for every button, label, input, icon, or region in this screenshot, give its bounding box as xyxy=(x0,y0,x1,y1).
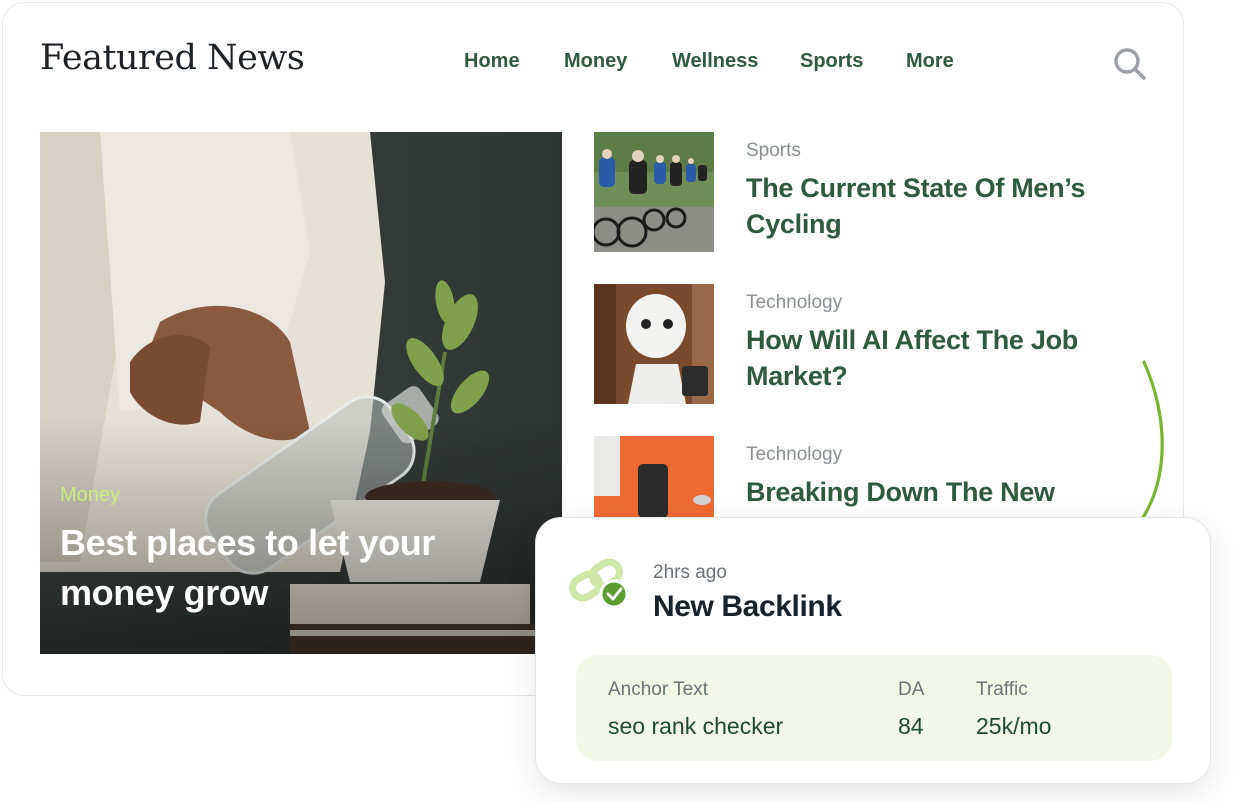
search-icon xyxy=(1114,48,1146,80)
robot-photo xyxy=(594,284,714,404)
article-title[interactable]: The Current State Of Men’s Cycling xyxy=(746,170,1136,242)
traffic-value: 25k/mo xyxy=(976,713,1052,739)
nav-item-wellness[interactable]: Wellness xyxy=(672,50,758,73)
article-category[interactable]: Sports xyxy=(746,140,801,162)
article-category[interactable]: Technology xyxy=(746,444,842,466)
notification-time: 2hrs ago xyxy=(653,562,727,583)
list-item[interactable]: Sports The Current State Of Men’s Cyclin… xyxy=(594,132,1194,252)
anchor-text-label: Anchor Text xyxy=(608,679,708,700)
hero-article[interactable]: Money Best places to let your money grow xyxy=(40,132,562,654)
main-nav: Home Money Wellness Sports More xyxy=(0,50,1236,76)
anchor-text-value: seo rank checker xyxy=(608,713,784,739)
cyclists-photo xyxy=(594,132,714,252)
article-category[interactable]: Technology xyxy=(746,292,842,314)
backlink-stats: Anchor Text seo rank checker DA 84 Traff… xyxy=(576,655,1172,761)
nav-item-home[interactable]: Home xyxy=(464,50,520,73)
link-check-icon xyxy=(569,558,629,608)
hero-category[interactable]: Money xyxy=(60,484,120,507)
nav-item-money[interactable]: Money xyxy=(564,50,627,73)
hero-title[interactable]: Best places to let your money grow xyxy=(60,518,520,618)
article-thumbnail[interactable] xyxy=(594,284,714,404)
nav-item-sports[interactable]: Sports xyxy=(800,50,863,73)
search-button[interactable] xyxy=(1110,44,1150,84)
backlink-notification: 2hrs ago New Backlink Anchor Text seo ra… xyxy=(535,517,1211,784)
nav-item-more[interactable]: More xyxy=(906,50,954,73)
traffic-label: Traffic xyxy=(976,679,1028,700)
article-thumbnail[interactable] xyxy=(594,132,714,252)
da-value: 84 xyxy=(898,713,924,739)
da-label: DA xyxy=(898,679,925,700)
notification-title: New Backlink xyxy=(653,590,842,623)
